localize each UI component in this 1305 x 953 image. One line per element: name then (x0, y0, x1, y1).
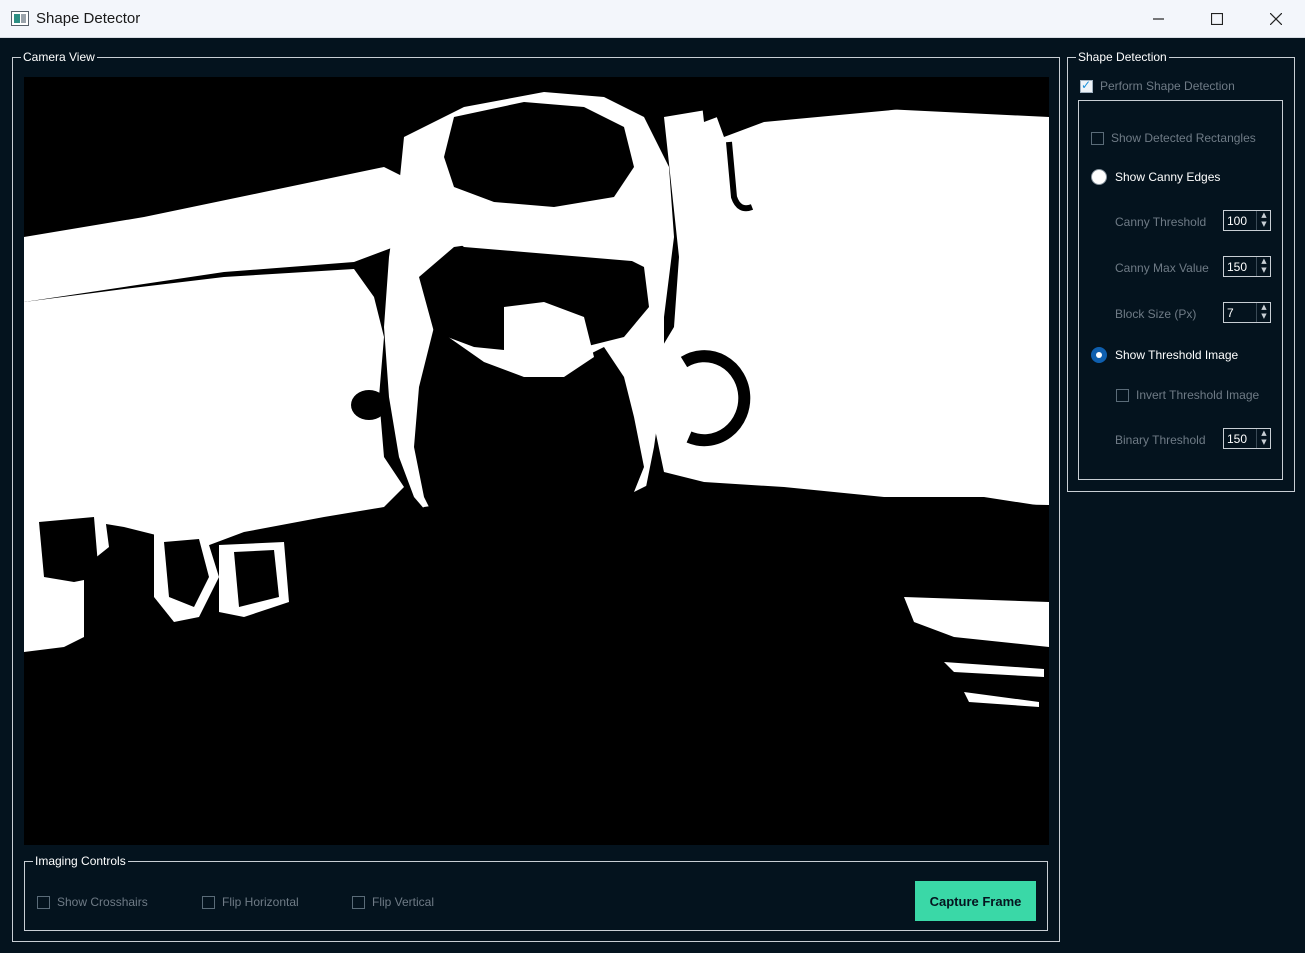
binary-threshold-arrows[interactable]: ▲ ▼ (1256, 429, 1270, 448)
show-canny-edges-label: Show Canny Edges (1115, 170, 1221, 184)
window-title: Shape Detector (36, 10, 141, 27)
invert-threshold-checkbox[interactable]: Invert Threshold Image (1116, 388, 1259, 402)
canny-max-label: Canny Max Value (1115, 261, 1209, 275)
show-crosshairs-checkbox[interactable]: Show Crosshairs (37, 895, 148, 909)
flip-vertical-label: Flip Vertical (372, 895, 435, 909)
capture-frame-button[interactable]: Capture Frame (915, 881, 1036, 921)
binary-threshold-label: Binary Threshold (1115, 433, 1206, 447)
show-threshold-image-radio-button[interactable] (1091, 347, 1107, 363)
spin-down-icon[interactable]: ▼ (1259, 312, 1269, 321)
detection-options-box: Show Detected Rectangles Show Canny Edge… (1078, 100, 1283, 480)
camera-feed (24, 77, 1049, 845)
block-size-arrows[interactable]: ▲ ▼ (1256, 303, 1270, 322)
flip-horizontal-label: Flip Horizontal (222, 895, 299, 909)
show-detected-rectangles-label: Show Detected Rectangles (1111, 131, 1256, 145)
show-canny-edges-radio-button[interactable] (1091, 169, 1107, 185)
canny-threshold-arrows[interactable]: ▲ ▼ (1256, 211, 1270, 230)
threshold-image (24, 77, 1049, 845)
imaging-controls-group: Imaging Controls Show Crosshairs Flip Ho… (24, 853, 1048, 931)
flip-horizontal-box[interactable] (202, 895, 215, 909)
block-size-label: Block Size (Px) (1115, 307, 1197, 321)
show-detected-rectangles-checkbox[interactable]: Show Detected Rectangles (1091, 131, 1256, 145)
spin-down-icon[interactable]: ▼ (1259, 266, 1269, 275)
spin-down-icon[interactable]: ▼ (1259, 220, 1269, 229)
show-crosshairs-box[interactable] (37, 895, 50, 909)
spin-up-icon[interactable]: ▲ (1259, 429, 1269, 438)
block-size-spinbox[interactable]: ▲ ▼ (1223, 302, 1271, 323)
perform-shape-detection-box[interactable] (1080, 78, 1093, 93)
binary-threshold-spinbox[interactable]: ▲ ▼ (1223, 428, 1271, 449)
canny-max-spinbox[interactable]: ▲ ▼ (1223, 256, 1271, 277)
show-detected-rectangles-box[interactable] (1091, 131, 1104, 145)
camera-view-title: Camera View (21, 49, 97, 65)
spin-up-icon[interactable]: ▲ (1259, 303, 1269, 312)
canny-threshold-label: Canny Threshold (1115, 215, 1207, 229)
show-canny-edges-radio[interactable]: Show Canny Edges (1091, 169, 1220, 185)
canny-max-arrows[interactable]: ▲ ▼ (1256, 257, 1270, 276)
maximize-icon (1211, 13, 1223, 25)
title-bar: Shape Detector (0, 0, 1305, 38)
block-size-input[interactable] (1224, 303, 1256, 322)
show-threshold-image-radio[interactable]: Show Threshold Image (1091, 347, 1238, 363)
close-icon (1270, 13, 1282, 25)
invert-threshold-box[interactable] (1116, 388, 1129, 402)
spin-down-icon[interactable]: ▼ (1259, 438, 1269, 447)
flip-vertical-checkbox[interactable]: Flip Vertical (352, 895, 434, 909)
minimize-icon (1153, 18, 1164, 20)
canny-threshold-input[interactable] (1224, 211, 1256, 230)
imaging-controls-title: Imaging Controls (33, 853, 128, 869)
spin-up-icon[interactable]: ▲ (1259, 211, 1269, 220)
flip-horizontal-checkbox[interactable]: Flip Horizontal (202, 895, 299, 909)
perform-shape-detection-checkbox[interactable]: Perform Shape Detection (1080, 78, 1235, 93)
invert-threshold-label: Invert Threshold Image (1136, 388, 1260, 402)
close-button[interactable] (1247, 0, 1305, 38)
show-crosshairs-label: Show Crosshairs (57, 895, 148, 909)
app-icon (11, 11, 29, 26)
perform-shape-detection-label: Perform Shape Detection (1100, 79, 1235, 93)
canny-threshold-spinbox[interactable]: ▲ ▼ (1223, 210, 1271, 231)
maximize-button[interactable] (1188, 0, 1246, 38)
camera-view-group: Camera View Imaging Controls Show Crossh… (12, 49, 1060, 942)
show-threshold-image-label: Show Threshold Image (1115, 348, 1239, 362)
shape-detection-title: Shape Detection (1076, 49, 1169, 65)
flip-vertical-box[interactable] (352, 895, 365, 909)
canny-max-input[interactable] (1224, 257, 1256, 276)
binary-threshold-input[interactable] (1224, 429, 1256, 448)
minimize-button[interactable] (1130, 0, 1188, 38)
shape-detection-group: Shape Detection Perform Shape Detection … (1067, 49, 1295, 492)
spin-up-icon[interactable]: ▲ (1259, 257, 1269, 266)
